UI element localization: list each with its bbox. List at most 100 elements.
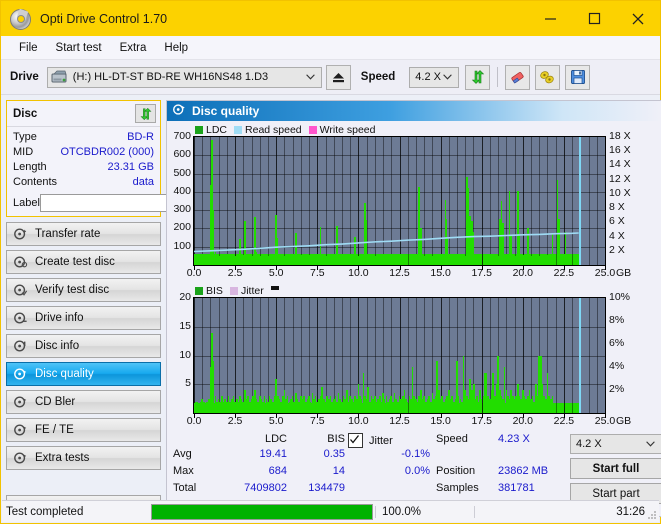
- ldc-plot-row: 100 200 300 400 500 600 700 2 X4 X6 X8 X 10 X 12…: [167, 130, 661, 266]
- jitter-checkbox[interactable]: [348, 433, 363, 448]
- minimize-button[interactable]: [528, 1, 572, 36]
- stats-max-ldc: 684: [268, 465, 287, 477]
- data-end-marker: [578, 137, 581, 265]
- main-body: Disc Type BD-R MID OTCBDR002 (000) Lengt…: [1, 95, 661, 517]
- x-tick-mark: [605, 266, 606, 270]
- x-tick-mark: [481, 266, 483, 270]
- progress-bar: [151, 503, 373, 520]
- speed-value: 4.2 X: [415, 71, 441, 83]
- stats-row-label: Max: [173, 465, 194, 477]
- sidebar-item-label: FE / TE: [35, 424, 74, 436]
- sidebar-item-disc-info[interactable]: Disc info: [6, 334, 161, 358]
- sidebar-item-create-test-disc[interactable]: Create test disc: [6, 250, 161, 274]
- x-tick-mark: [317, 266, 319, 270]
- refresh-button[interactable]: [465, 64, 491, 90]
- disc-field-type-label: Type: [13, 131, 37, 143]
- read-speed-line: [194, 232, 579, 253]
- disc-field-contents-value: data: [132, 176, 154, 188]
- save-button[interactable]: [565, 64, 591, 90]
- sidebar-item-verify-test-disc[interactable]: Verify test disc: [6, 278, 161, 302]
- x-tick-mark: [440, 414, 442, 418]
- speed-label: Speed: [360, 71, 396, 83]
- stats-total-bis: 134479: [308, 482, 345, 494]
- jitter-header: Jitter: [348, 433, 436, 448]
- stats-row-avg: Avg 19.41 0.35: [173, 448, 348, 465]
- disc-fields: Type BD-R MID OTCBDR002 (000) Length 23.…: [7, 127, 208, 216]
- disc-quality-icon: [172, 103, 186, 119]
- elapsed-time: 31:26: [474, 505, 659, 518]
- disc-field-contents: Contents data: [13, 175, 154, 190]
- x-tick-mark: [194, 414, 195, 418]
- menu-item-extra[interactable]: Extra: [111, 40, 156, 56]
- menu-bar: File Start test Extra Help: [1, 36, 660, 60]
- disc-label-caption: Label: [13, 196, 40, 209]
- sidebar-item-transfer-rate[interactable]: Transfer rate: [6, 222, 161, 246]
- disc-icon: [13, 395, 28, 409]
- x-axis-unit: GB: [616, 415, 632, 427]
- sidebar-item-label: Verify test disc: [35, 284, 110, 296]
- maximize-button[interactable]: [572, 1, 616, 36]
- speed-label: Speed: [436, 433, 468, 445]
- eject-button[interactable]: [325, 64, 351, 90]
- close-button[interactable]: [616, 1, 660, 36]
- test-speed-select[interactable]: 4.2 X: [570, 434, 661, 454]
- application-window: Opti Drive Control 1.70 File Start test …: [0, 0, 661, 524]
- toolbar: Drive (H:) HL-DT-ST BD-RE WH16NS48 1.D3 …: [1, 60, 660, 95]
- stats-row-label: Avg: [173, 448, 192, 460]
- legend-label-jitter: Jitter: [240, 284, 264, 297]
- bullets-button[interactable]: [535, 64, 561, 90]
- resize-grip[interactable]: [647, 510, 657, 520]
- stats-header-row: LDC BIS: [173, 433, 348, 448]
- legend-swatch-write-speed: [308, 125, 317, 134]
- x-tick-mark: [276, 414, 278, 418]
- panel-header: Disc quality: [167, 101, 661, 121]
- legend-item-write-speed: Write speed: [308, 124, 376, 136]
- disc-info-panel: Disc Type BD-R MID OTCBDR002 (000) Lengt…: [6, 100, 208, 217]
- disc-field-length: Length 23.31 GB: [13, 160, 154, 175]
- progress-fill: [152, 504, 372, 519]
- y2-tick-label: 12 X: [609, 172, 631, 185]
- erase-button[interactable]: [505, 64, 531, 90]
- x-tick-mark: [399, 414, 401, 418]
- disc-icon: [13, 367, 28, 381]
- sidebar-item-disc-quality[interactable]: Disc quality: [6, 362, 161, 386]
- stats-row-label: Total: [173, 482, 197, 494]
- disc-field-type: Type BD-R: [13, 130, 154, 145]
- sidebar-item-drive-info[interactable]: Drive info: [6, 306, 161, 330]
- y-tick-label: 10: [179, 348, 191, 361]
- jitter-marker-icon: [270, 286, 279, 290]
- bis-y-axis: 5 10 15 20: [167, 291, 193, 414]
- jitter-max: 0.0%: [404, 465, 430, 477]
- content-panel: Disc quality LDC Read speed Write speed …: [166, 100, 661, 517]
- y-tick-label: 400: [173, 184, 191, 197]
- drive-label: Drive: [10, 71, 39, 83]
- disc-refresh-button[interactable]: [135, 104, 156, 123]
- start-full-button[interactable]: Start full: [570, 458, 661, 479]
- x-tick-mark: [317, 414, 319, 418]
- position-value: 23862 MB: [498, 465, 549, 477]
- menu-item-start-test[interactable]: Start test: [47, 40, 111, 56]
- y2-tick-label: 2 X: [609, 243, 625, 256]
- jitter-label: Jitter: [369, 434, 393, 447]
- menu-item-file[interactable]: File: [10, 40, 47, 56]
- y2-tick-label: 4%: [609, 360, 625, 372]
- bis-x-axis: 0.0 2.5 5.0 7.5 10.0 12.5 15.0 17.5 20.0 22.5 25.0…: [187, 414, 661, 429]
- drive-select[interactable]: (H:) HL-DT-ST BD-RE WH16NS48 1.D3: [46, 66, 322, 88]
- speed-select[interactable]: 4.2 X: [409, 66, 460, 88]
- menu-item-help[interactable]: Help: [155, 40, 197, 56]
- jitter-avg: -0.1%: [401, 448, 430, 460]
- sidebar-item-cd-bler[interactable]: CD Bler: [6, 390, 161, 414]
- stats-max-bis: 14: [332, 465, 345, 477]
- legend-item-jitter: Jitter: [229, 284, 264, 297]
- x-tick-mark: [522, 266, 524, 270]
- ldc-chart: LDC Read speed Write speed 100 200 300 400 5…: [167, 123, 661, 281]
- bis-y2-axis: 2% 4% 6% 8% 10%: [606, 291, 640, 414]
- sidebar-item-fe-te[interactable]: FE / TE: [6, 418, 161, 442]
- test-speed-value: 4.2 X: [576, 438, 602, 450]
- sidebar-item-extra-tests[interactable]: Extra tests: [6, 446, 161, 470]
- y-tick-label: 200: [173, 221, 191, 234]
- legend-swatch-bis: [195, 286, 203, 295]
- x-axis-unit: GB: [616, 267, 632, 279]
- chevron-down-icon: [443, 68, 453, 87]
- drive-value: (H:) HL-DT-ST BD-RE WH16NS48 1.D3: [72, 71, 269, 83]
